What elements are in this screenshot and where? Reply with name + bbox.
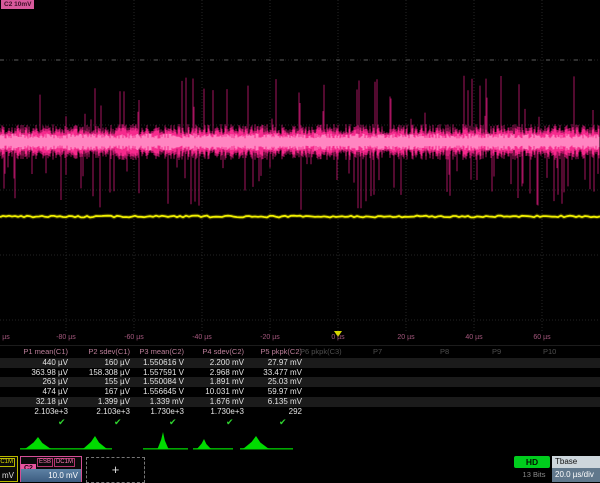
c2-coupling-badge: DC1M bbox=[54, 458, 75, 467]
trace-annotation-chip[interactable]: C2 10mV bbox=[1, 0, 34, 9]
c2-eres-badge: ESB bbox=[37, 458, 53, 467]
oscilloscope-screen: { "annotation": { "label": "C2 10mV" }, … bbox=[0, 0, 600, 480]
measure-header-p5[interactable]: P5 pkpk(C2) bbox=[240, 347, 302, 356]
status-check-icon: ✔ bbox=[169, 416, 177, 428]
measure-stats-row: 2.103e+32.103e+31.730e+31.730e+3292 bbox=[0, 407, 600, 417]
measure-value: 25.03 mV bbox=[240, 377, 302, 387]
measure-value: 59.97 mV bbox=[240, 387, 302, 397]
tbase-descriptor-box[interactable]: Tbase 20.0 µs/div bbox=[552, 456, 600, 482]
status-check-icon: ✔ bbox=[279, 416, 287, 428]
hd-mode-badge[interactable]: HD bbox=[514, 456, 550, 468]
c1-scale-value: 20.0 mV bbox=[0, 469, 17, 482]
axis-tick-label: -60 µs bbox=[112, 334, 156, 341]
c1-coupling-badge: DC1M bbox=[0, 458, 15, 467]
measure-value: 1.730e+3 bbox=[182, 407, 244, 417]
measure-value: 2.968 mV bbox=[182, 368, 244, 378]
waveform-grid: C2 10mV bbox=[0, 0, 600, 333]
measure-value: 1.399 µV bbox=[68, 397, 130, 407]
add-trace-button[interactable]: + bbox=[86, 457, 145, 483]
measure-status-row: ✔ ✔ ✔ ✔ ✔ bbox=[0, 416, 600, 428]
measure-value: 292 bbox=[240, 407, 302, 417]
measure-value: 1.550084 V bbox=[122, 377, 184, 387]
status-check-icon: ✔ bbox=[58, 416, 66, 428]
measure-value: 1.730e+3 bbox=[122, 407, 184, 417]
measure-value: 474 µV bbox=[6, 387, 68, 397]
c2-descriptor-box[interactable]: C2ESBDC1M 10.0 mV bbox=[20, 456, 82, 482]
tbase-label: Tbase bbox=[552, 456, 600, 468]
measure-value: 1.550616 V bbox=[122, 358, 184, 368]
axis-tick-label: 0 µs bbox=[316, 334, 360, 341]
axis-tick-label: -40 µs bbox=[180, 334, 224, 341]
measure-value: 1.339 mV bbox=[122, 397, 184, 407]
time-axis: -100 µs -80 µs -60 µs -40 µs -20 µs 0 µs 20 µs… bbox=[0, 331, 600, 345]
measure-header-p10[interactable]: P10 bbox=[543, 347, 600, 356]
measure-header-p1[interactable]: P1 mean(C1) bbox=[6, 347, 68, 356]
measure-histicons[interactable] bbox=[0, 428, 600, 452]
measure-header-p6[interactable]: P6 pkpk(C3) bbox=[300, 347, 366, 356]
measure-stats-row: 363.98 µV158.308 µV1.557591 V2.968 mV33.… bbox=[0, 368, 600, 378]
measure-value: 167 µV bbox=[68, 387, 130, 397]
measure-value: 32.18 µV bbox=[6, 397, 68, 407]
measure-value: 363.98 µV bbox=[6, 368, 68, 378]
bits-label: 13 Bits bbox=[514, 470, 554, 479]
waveform-traces bbox=[0, 0, 600, 333]
measure-value: 440 µV bbox=[6, 358, 68, 368]
measure-value: 1.556645 V bbox=[122, 387, 184, 397]
measure-header-p4[interactable]: P4 sdev(C2) bbox=[182, 347, 244, 356]
measure-stats-row: 32.18 µV1.399 µV1.339 mV1.676 mV6.135 mV bbox=[0, 397, 600, 407]
descriptor-bar: DC1M 20.0 mV C2ESBDC1M 10.0 mV + HD 13 B… bbox=[0, 452, 600, 480]
c2-scale-value: 10.0 mV bbox=[21, 469, 81, 482]
measure-value: 158.308 µV bbox=[68, 368, 130, 378]
c1-descriptor-box[interactable]: DC1M 20.0 mV bbox=[0, 456, 18, 482]
measure-header-p2[interactable]: P2 sdev(C1) bbox=[68, 347, 130, 356]
measure-value: 2.103e+3 bbox=[68, 407, 130, 417]
measure-value: 2.200 mV bbox=[182, 358, 244, 368]
measure-stats-row: 440 µV160 µV1.550616 V2.200 mV27.97 mV bbox=[0, 358, 600, 368]
axis-tick-label: -100 µs bbox=[0, 334, 20, 341]
measure-value: 10.031 mV bbox=[182, 387, 244, 397]
measure-value: 263 µV bbox=[6, 377, 68, 387]
axis-tick-label: 40 µs bbox=[452, 334, 496, 341]
measure-stats-row: 263 µV155 µV1.550084 V1.891 mV25.03 mV bbox=[0, 377, 600, 387]
measure-value: 2.103e+3 bbox=[6, 407, 68, 417]
measure-value: 1.557591 V bbox=[122, 368, 184, 378]
measure-value: 33.477 mV bbox=[240, 368, 302, 378]
status-check-icon: ✔ bbox=[114, 416, 122, 428]
axis-tick-label: -20 µs bbox=[248, 334, 292, 341]
axis-tick-label: -80 µs bbox=[44, 334, 88, 341]
axis-tick-label: 20 µs bbox=[384, 334, 428, 341]
measure-value: 155 µV bbox=[68, 377, 130, 387]
measure-value: 6.135 mV bbox=[240, 397, 302, 407]
measure-header-row: P1 mean(C1)P2 sdev(C1)P3 mean(C2)P4 sdev… bbox=[0, 347, 600, 357]
c2-channel-tab[interactable]: C2 bbox=[21, 464, 36, 469]
axis-tick-label: 60 µs bbox=[520, 334, 564, 341]
status-check-icon: ✔ bbox=[226, 416, 234, 428]
measure-value: 1.676 mV bbox=[182, 397, 244, 407]
measure-header-p3[interactable]: P3 mean(C2) bbox=[122, 347, 184, 356]
measure-header-p7[interactable]: P7 bbox=[373, 347, 439, 356]
measure-table: P1 mean(C1)P2 sdev(C1)P3 mean(C2)P4 sdev… bbox=[0, 345, 600, 429]
measure-stats-row: 474 µV167 µV1.556645 V10.031 mV59.97 mV bbox=[0, 387, 600, 397]
measure-value: 1.891 mV bbox=[182, 377, 244, 387]
measure-value: 27.97 mV bbox=[240, 358, 302, 368]
measure-value: 160 µV bbox=[68, 358, 130, 368]
